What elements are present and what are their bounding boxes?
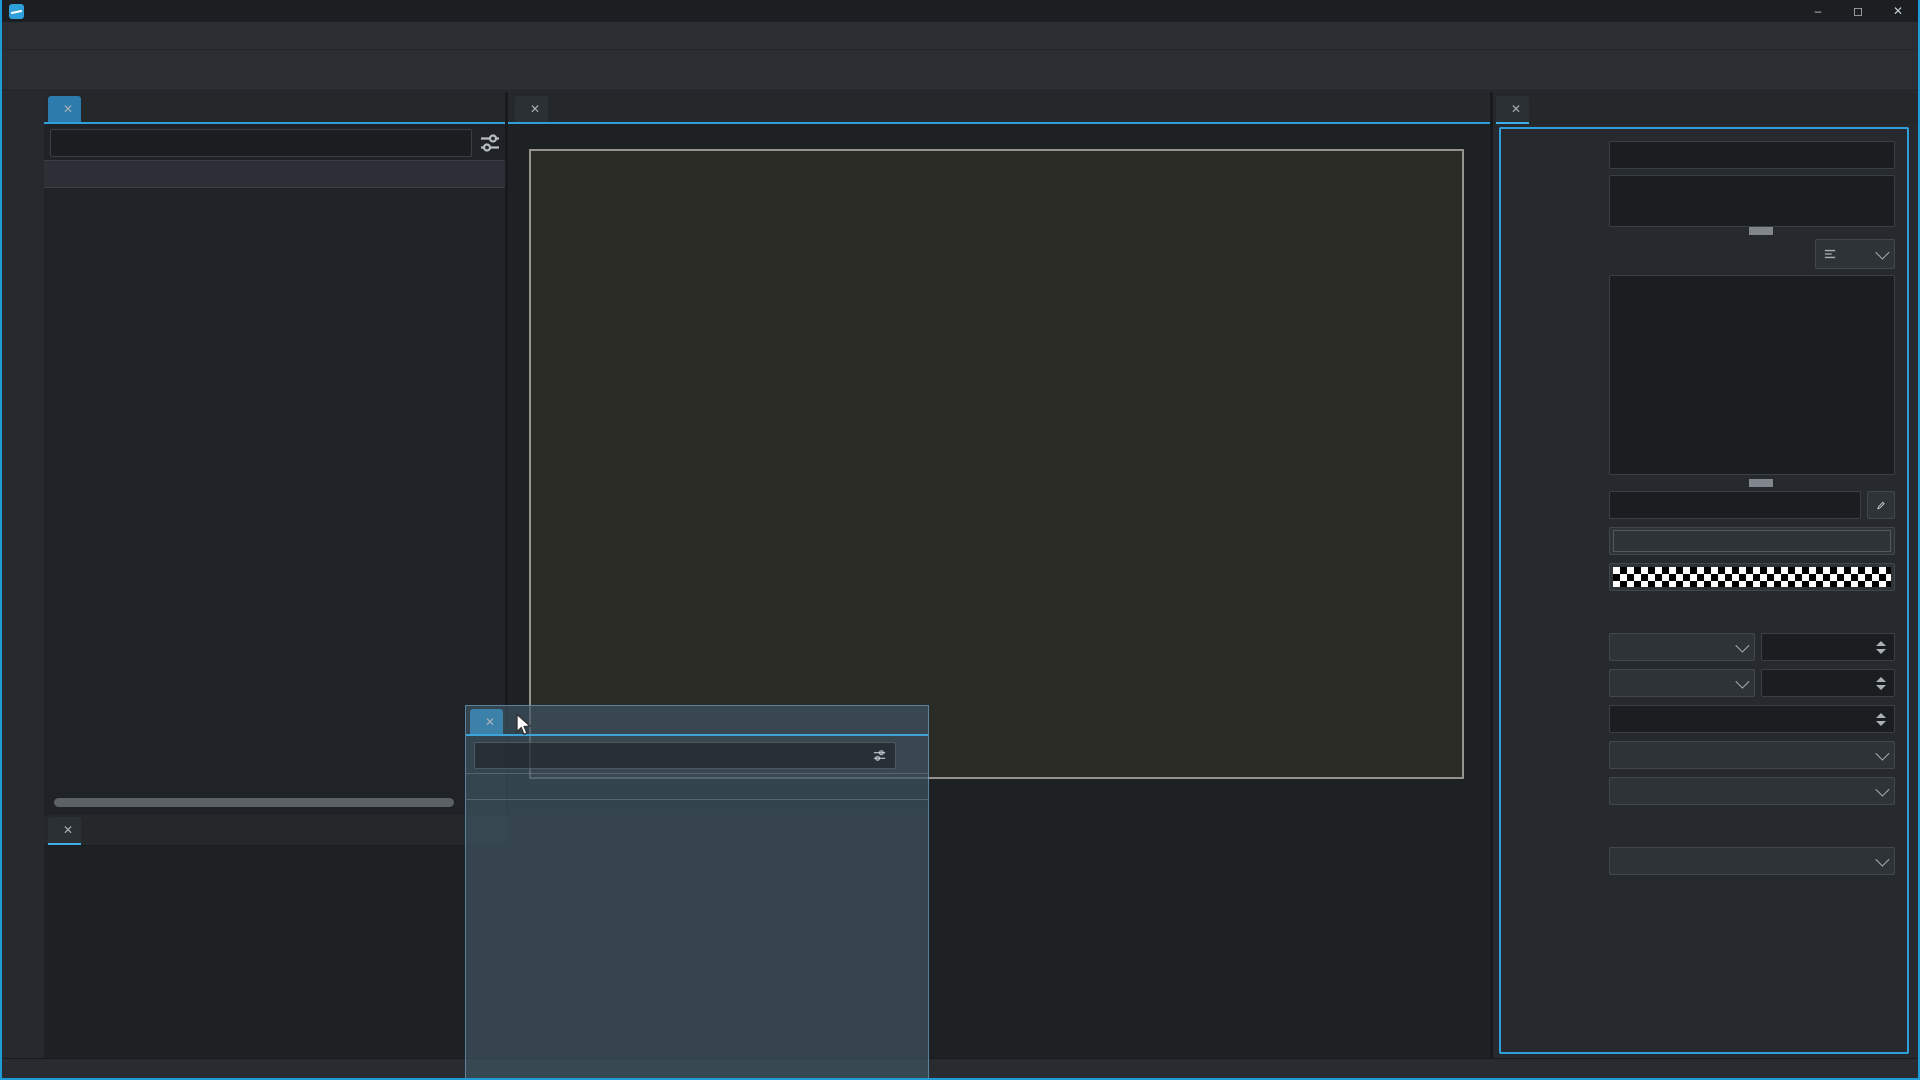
hor-alignment-dropdown[interactable] [1609,741,1895,769]
font-field[interactable] [1609,491,1861,519]
spreadsheet-tabbar: ✕ [44,815,507,846]
rydberg-spectrum-plot[interactable] [531,151,1462,777]
font-colour-swatch [1613,530,1891,552]
close-button[interactable]: ✕ [1878,0,1918,22]
splitter-handle[interactable] [1749,479,1773,487]
y-position-dropdown[interactable] [1609,669,1755,697]
dock-divider [1490,92,1493,1058]
worksheet-tabbar: ✕ [507,92,1492,124]
menu-bar [2,22,1918,50]
worksheet-mouse-mode-toolbar [2,92,45,1058]
vert-alignment-dropdown[interactable] [1609,777,1895,805]
mouse-cursor [514,713,536,742]
filter-options-icon[interactable] [478,131,502,155]
name-field[interactable] [1609,141,1895,169]
text-content-editor[interactable] [1609,275,1895,475]
explorer-tree [466,798,928,1080]
comment-field[interactable] [1609,175,1895,227]
main-toolbar [2,50,1918,91]
properties-dock: ✕ [1492,92,1920,1058]
search-input[interactable] [50,129,472,157]
explorer-tree [44,186,507,731]
transparent-colour-swatch [1613,567,1891,587]
x-offset-spinbox[interactable] [1761,633,1895,661]
tab-spreadsheet[interactable]: ✕ [48,817,81,845]
splitter-handle[interactable] [1749,227,1773,235]
status-bar [2,1058,1918,1080]
background-colour-button[interactable] [1609,563,1895,591]
properties-tabbar: ✕ [1492,92,1920,124]
title-bar: – ◻ ✕ [2,0,1918,22]
explorer-header-row [44,160,507,188]
worksheet-page[interactable] [529,149,1464,779]
search-input[interactable] [474,742,896,769]
close-icon[interactable]: ✕ [1511,102,1521,116]
x-position-dropdown[interactable] [1609,633,1755,661]
tab-worksheet[interactable]: ✕ [515,96,548,122]
tab-project-explorer-floating[interactable]: ✕ [470,709,503,734]
project-explorer-tabbar: ✕ [44,92,507,124]
text-mode-dropdown[interactable] [1815,239,1895,269]
tab-project-explorer[interactable]: ✕ [48,96,81,122]
app-icon [9,4,24,19]
horizontal-scrollbar[interactable] [54,798,454,807]
maximize-button[interactable]: ◻ [1838,0,1878,22]
explorer-header-row [466,773,928,800]
border-shape-dropdown[interactable] [1609,847,1895,875]
floating-project-explorer[interactable]: ✕ [465,705,929,1080]
search-row [50,129,502,157]
rotation-spinbox[interactable] [1609,705,1895,733]
font-colour-button[interactable] [1609,527,1895,555]
minimize-button[interactable]: – [1798,0,1838,22]
tab-properties[interactable]: ✕ [1496,96,1529,124]
y-offset-spinbox[interactable] [1761,669,1895,697]
text-label-properties-panel: ✓ [1499,127,1909,1054]
chevron-down-icon [1875,246,1889,260]
labplot-window: – ◻ ✕ ✕ ✕ [0,0,1920,1080]
project-explorer-dock: ✕ [44,92,507,815]
close-icon[interactable]: ✕ [530,102,540,116]
close-icon[interactable]: ✕ [63,823,73,837]
font-edit-button[interactable] [1867,491,1895,519]
close-icon[interactable]: ✕ [63,102,73,116]
